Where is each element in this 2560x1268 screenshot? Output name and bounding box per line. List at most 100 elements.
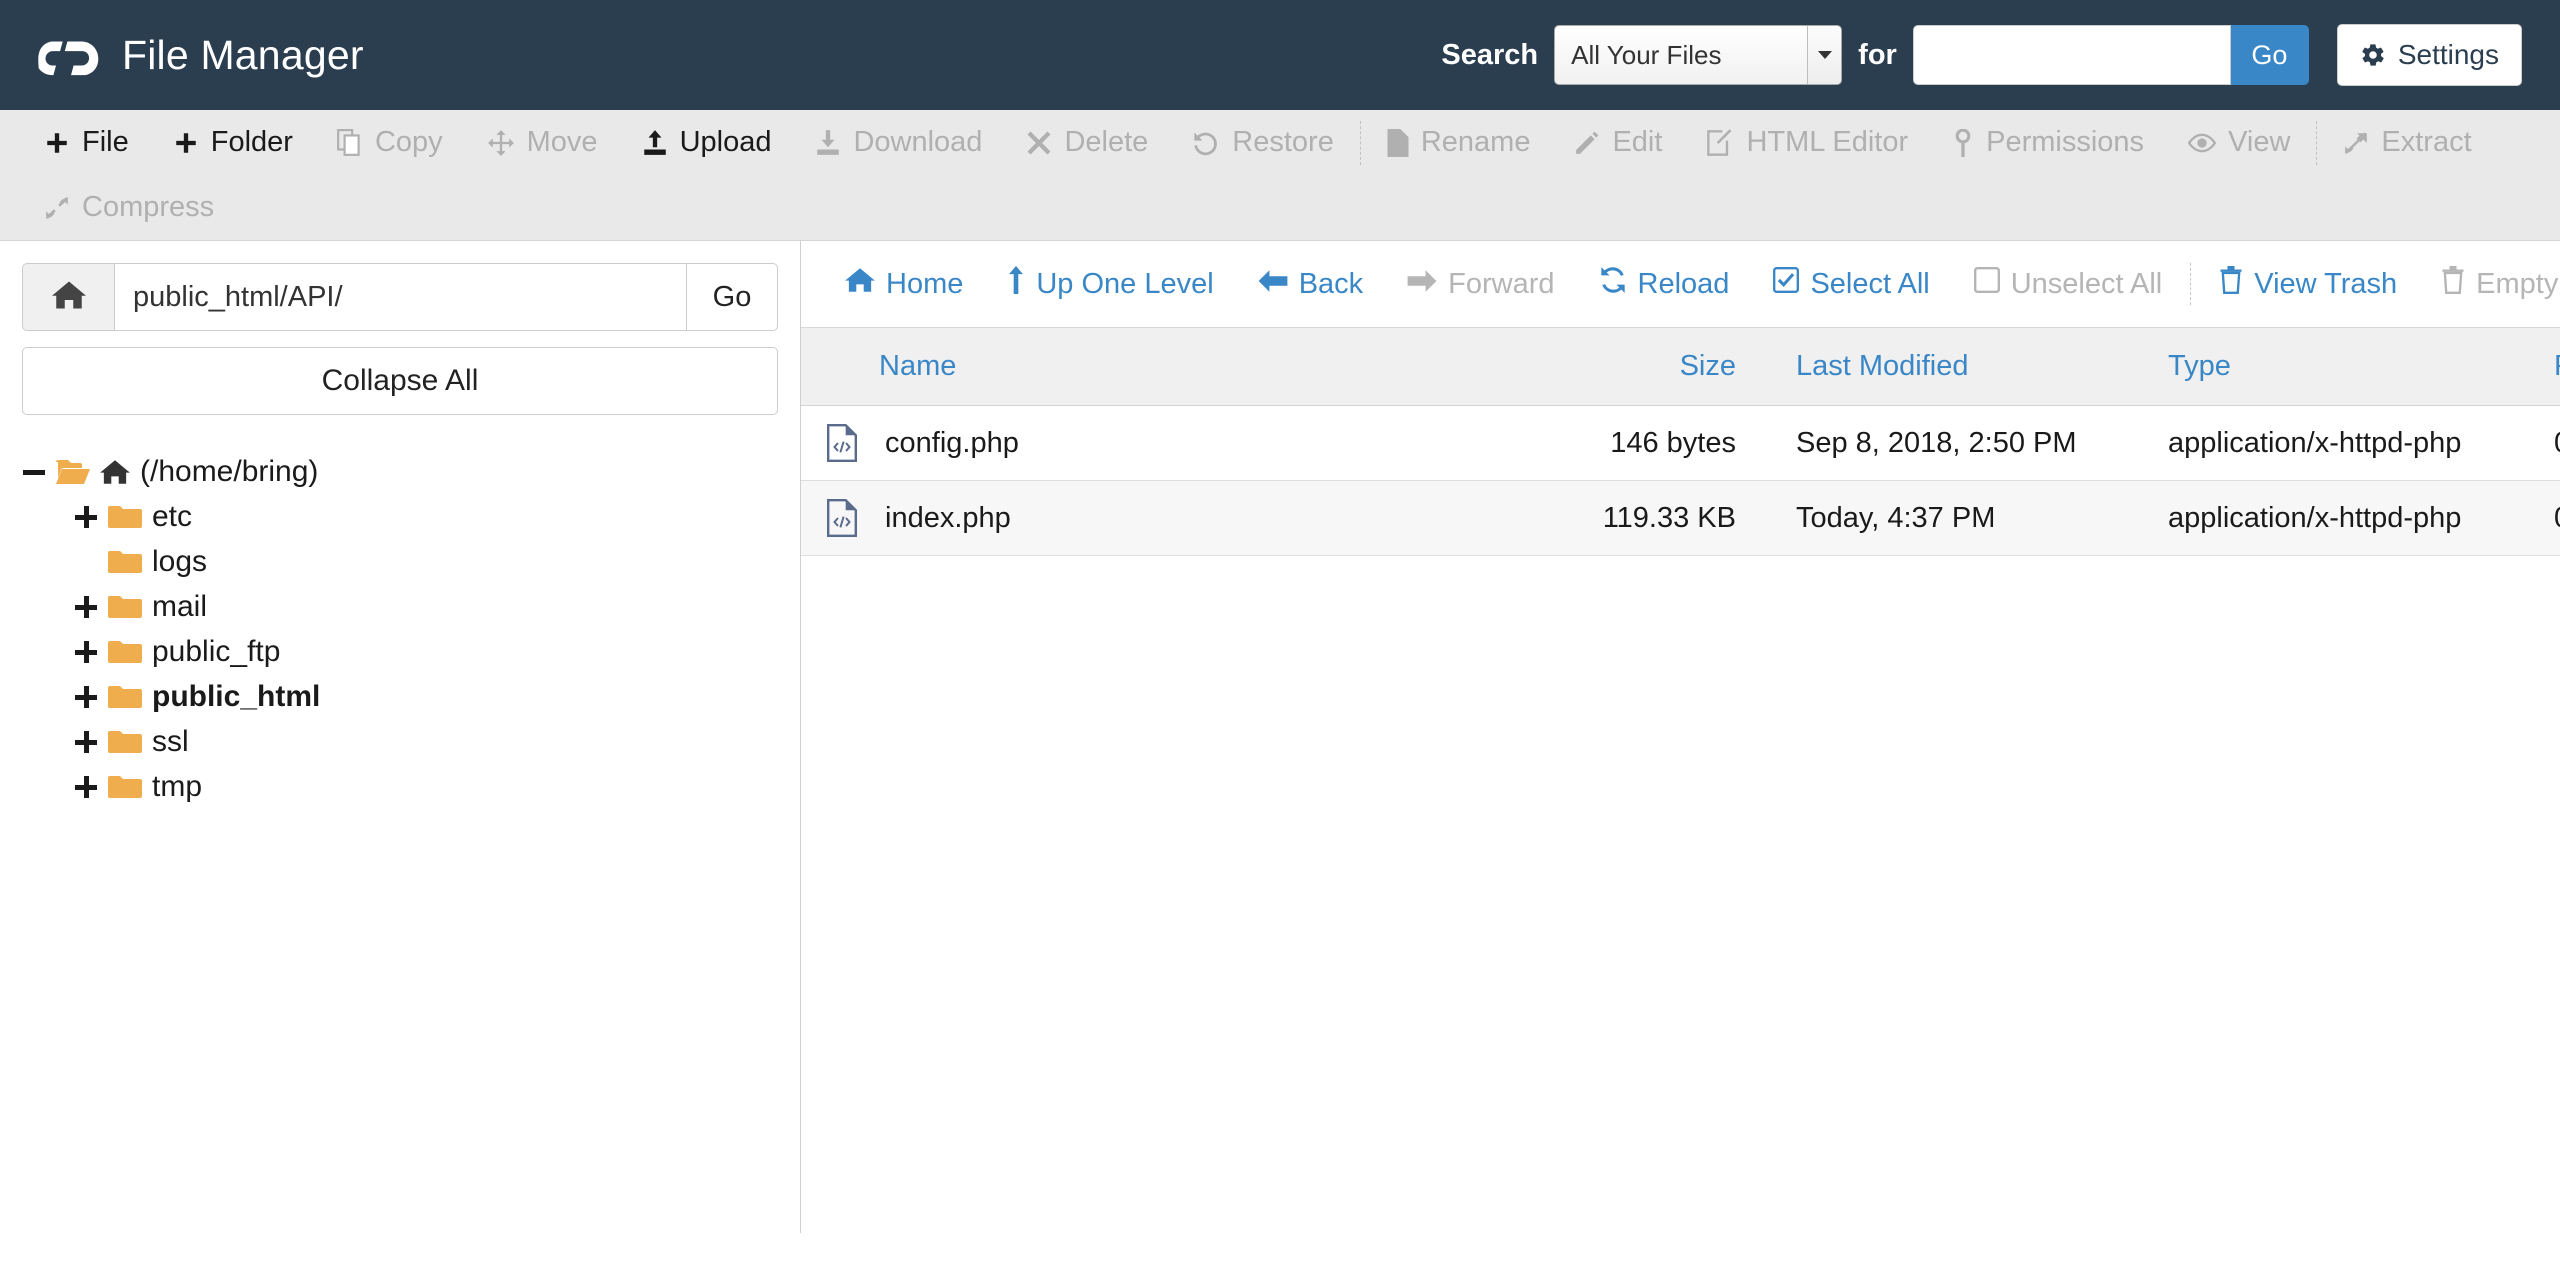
up-arrow-icon bbox=[1007, 266, 1025, 302]
column-header-name[interactable]: Name bbox=[801, 328, 1506, 406]
column-header-modified[interactable]: Last Modified bbox=[1736, 328, 2126, 406]
tree-item-mail[interactable]: mail bbox=[22, 584, 778, 629]
toolbar-row-secondary: Compress bbox=[22, 175, 2560, 240]
tree-item-logs[interactable]: logs bbox=[22, 539, 778, 584]
expand-toggle-icon[interactable] bbox=[74, 595, 98, 619]
search-go-button[interactable]: Go bbox=[2230, 25, 2309, 85]
nav-view-trash-button[interactable]: View Trash bbox=[2197, 266, 2419, 302]
collapse-toggle-icon[interactable] bbox=[22, 460, 46, 484]
html-editor-button[interactable]: HTML Editor bbox=[1684, 114, 1930, 172]
expand-toggle-icon[interactable] bbox=[74, 685, 98, 709]
settings-button[interactable]: Settings bbox=[2336, 24, 2522, 86]
nav-label: Back bbox=[1298, 267, 1364, 300]
tree-item-home[interactable]: (/home/bring) bbox=[22, 449, 778, 494]
toolbar-label: Permissions bbox=[1986, 126, 2145, 158]
file-type: application/x-httpd-php bbox=[2126, 480, 2496, 556]
nav-label: Empty Trash bbox=[2476, 267, 2560, 300]
search-scope-select[interactable]: All Your Files bbox=[1554, 25, 1843, 85]
plus-icon bbox=[173, 130, 199, 156]
file-size: 146 bytes bbox=[1506, 405, 1736, 481]
file-table-body: config.php 146 bytes Sep 8, 2018, 2:50 P… bbox=[801, 405, 2560, 556]
php-file-icon bbox=[827, 424, 857, 462]
copy-button[interactable]: Copy bbox=[315, 114, 465, 172]
edit-button[interactable]: Edit bbox=[1552, 114, 1684, 172]
nav-label: Select All bbox=[1810, 267, 1930, 300]
column-header-type[interactable]: Type bbox=[2126, 328, 2496, 406]
nav-select-all-button[interactable]: Select All bbox=[1751, 267, 1951, 301]
tree-item-tmp[interactable]: tmp bbox=[22, 764, 778, 809]
compress-button[interactable]: Compress bbox=[22, 179, 236, 237]
pencil-icon bbox=[1574, 130, 1600, 156]
html-editor-icon bbox=[1706, 128, 1734, 157]
file-name-cell[interactable]: index.php bbox=[801, 480, 1506, 556]
nav-home-button[interactable]: Home bbox=[823, 267, 985, 301]
expand-toggle-icon[interactable] bbox=[74, 640, 98, 664]
move-button[interactable]: Move bbox=[465, 114, 620, 172]
expand-toggle-icon[interactable] bbox=[74, 730, 98, 754]
table-row[interactable]: index.php 119.33 KB Today, 4:37 PM appli… bbox=[801, 480, 2560, 556]
extract-button[interactable]: Extract bbox=[2321, 114, 2493, 172]
column-header-permissions[interactable]: Permissions bbox=[2496, 328, 2560, 406]
cpanel-logo-icon bbox=[38, 29, 100, 81]
collapse-all-button[interactable]: Collapse All bbox=[22, 347, 778, 415]
nav-unselect-all-button[interactable]: Unselect All bbox=[1952, 267, 2185, 301]
new-file-button[interactable]: File bbox=[22, 114, 151, 172]
expand-toggle-icon[interactable] bbox=[74, 775, 98, 799]
app-header: File Manager Search All Your Files for G… bbox=[0, 0, 2560, 110]
nav-divider bbox=[2190, 263, 2192, 305]
nav-label: Home bbox=[886, 267, 964, 300]
file-name[interactable]: index.php bbox=[885, 502, 1011, 535]
search-input[interactable] bbox=[1912, 25, 2231, 85]
new-folder-button[interactable]: Folder bbox=[151, 114, 315, 172]
view-button[interactable]: View bbox=[2166, 114, 2312, 172]
path-go-button[interactable]: Go bbox=[686, 263, 778, 331]
column-header-size[interactable]: Size bbox=[1506, 328, 1736, 406]
tree-item-etc[interactable]: etc bbox=[22, 494, 778, 539]
expand-toggle-icon[interactable] bbox=[74, 505, 98, 529]
permissions-button[interactable]: Permissions bbox=[1930, 114, 2166, 172]
file-name-cell[interactable]: config.php bbox=[801, 405, 1506, 481]
tree-item-label: tmp bbox=[152, 769, 203, 803]
nav-reload-button[interactable]: Reload bbox=[1577, 266, 1752, 302]
app-title: File Manager bbox=[122, 31, 364, 78]
no-toggle-icon bbox=[74, 550, 98, 574]
upload-button[interactable]: Upload bbox=[620, 114, 794, 172]
delete-button[interactable]: Delete bbox=[1004, 114, 1170, 172]
file-table-header: Name Size Last Modified Type Permissions bbox=[801, 328, 2560, 406]
nav-back-button[interactable]: Back bbox=[1236, 268, 1385, 301]
path-input[interactable] bbox=[114, 263, 686, 331]
folder-icon bbox=[108, 639, 142, 665]
checkbox-empty-icon bbox=[1973, 267, 2000, 301]
toolbar-label: Folder bbox=[210, 126, 293, 158]
toolbar-label: Delete bbox=[1064, 126, 1149, 158]
nav-empty-trash-button[interactable]: Empty Trash bbox=[2419, 266, 2560, 302]
chevron-down-icon[interactable] bbox=[1807, 26, 1842, 84]
main-panel: Home Up One Level Back Forward Reload Se… bbox=[800, 241, 2560, 1233]
nav-forward-button[interactable]: Forward bbox=[1385, 268, 1576, 301]
file-list-area: Name Size Last Modified Type Permissions bbox=[801, 328, 2560, 1233]
toolbar-label: File bbox=[82, 126, 129, 158]
tree-item-public-html[interactable]: public_html bbox=[22, 674, 778, 719]
nav-label: Forward bbox=[1448, 267, 1555, 300]
copy-icon bbox=[337, 128, 363, 157]
tree-item-ssl[interactable]: ssl bbox=[22, 719, 778, 764]
nav-up-one-level-button[interactable]: Up One Level bbox=[985, 266, 1235, 302]
path-home-button[interactable] bbox=[22, 263, 114, 331]
tree-item-label: public_html bbox=[152, 679, 321, 713]
restore-button[interactable]: Restore bbox=[1170, 114, 1356, 172]
folder-icon bbox=[108, 549, 142, 575]
tree-item-label: etc bbox=[152, 499, 193, 533]
search-scope-value: All Your Files bbox=[1571, 39, 1722, 70]
file-name[interactable]: config.php bbox=[885, 427, 1019, 460]
checkbox-checked-icon bbox=[1773, 267, 1800, 301]
tree-item-public-ftp[interactable]: public_ftp bbox=[22, 629, 778, 674]
rename-button[interactable]: Rename bbox=[1365, 114, 1553, 172]
file-modified: Sep 8, 2018, 2:50 PM bbox=[1736, 405, 2126, 481]
nav-label: Reload bbox=[1637, 267, 1730, 300]
table-row[interactable]: config.php 146 bytes Sep 8, 2018, 2:50 P… bbox=[801, 405, 2560, 481]
key-icon bbox=[1952, 128, 1974, 157]
tree-item-label: ssl bbox=[152, 724, 189, 758]
folder-icon bbox=[108, 774, 142, 800]
directory-tree: (/home/bring) etc logs mail public_ftp p… bbox=[22, 449, 778, 809]
download-button[interactable]: Download bbox=[793, 114, 1004, 172]
